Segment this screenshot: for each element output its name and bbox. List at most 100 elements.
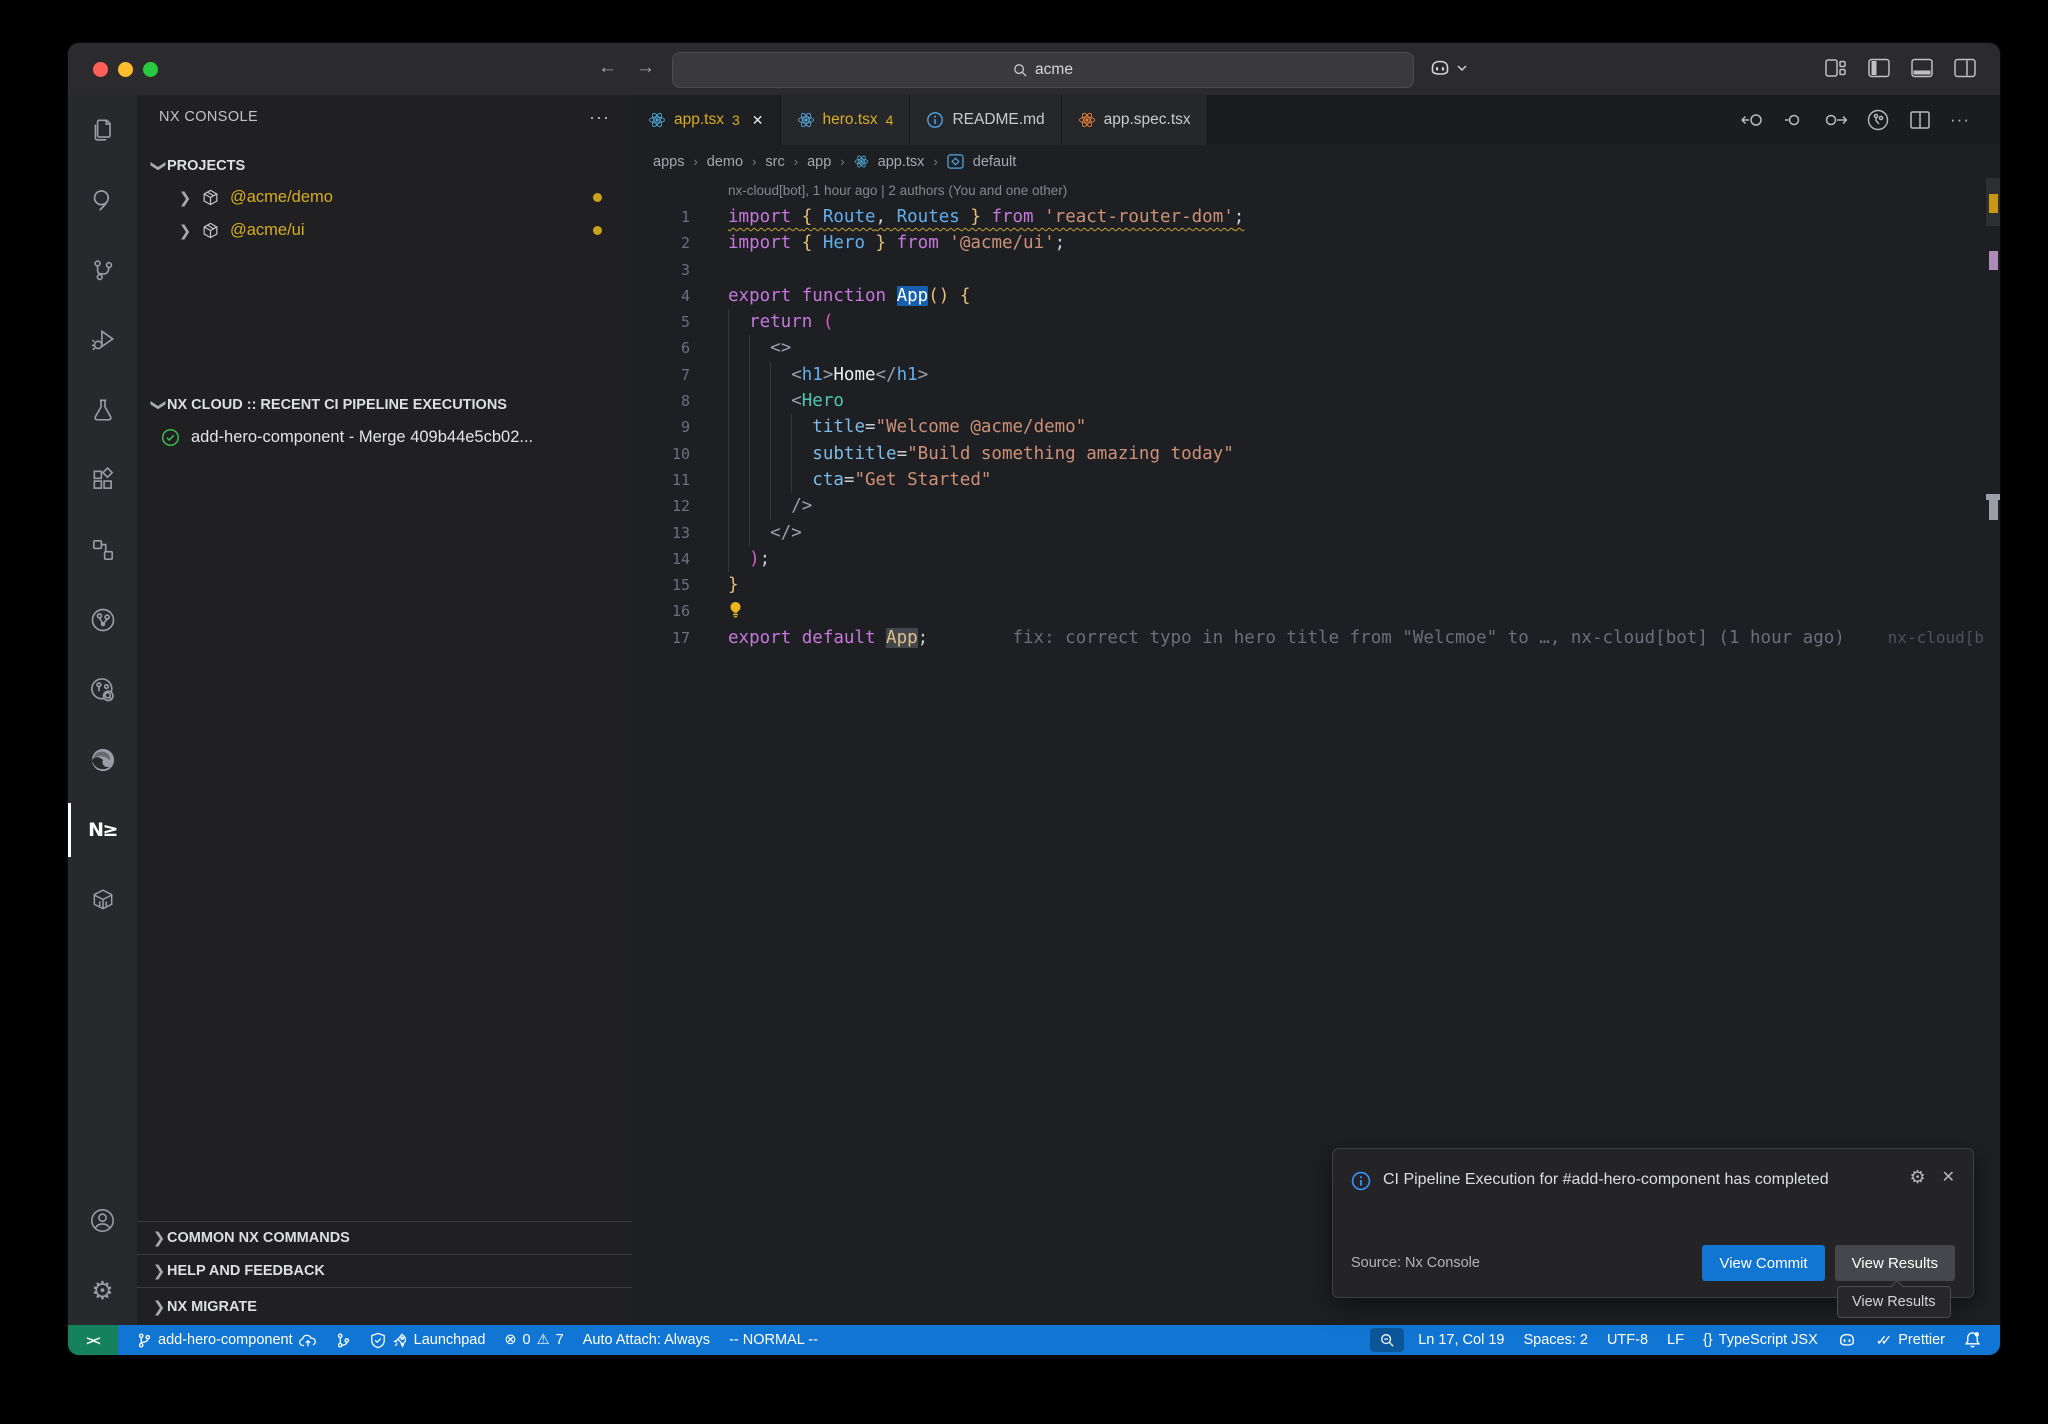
history-back-button[interactable]: ← bbox=[598, 56, 617, 80]
code-line[interactable]: 2import { Hero } from '@acme/ui'; bbox=[632, 230, 2000, 256]
commit-graph-icon[interactable] bbox=[68, 655, 137, 725]
code-line[interactable]: 4export function App() { bbox=[632, 283, 2000, 309]
toggle-panel-icon[interactable] bbox=[1911, 58, 1933, 78]
source-control-icon[interactable] bbox=[68, 235, 137, 305]
nx-project-graph-icon[interactable] bbox=[68, 515, 137, 585]
nx-console-icon[interactable]: N≥ bbox=[68, 795, 137, 865]
customize-layout-icon[interactable] bbox=[1825, 58, 1847, 78]
code-line[interactable]: 7 <h1>Home</h1> bbox=[632, 362, 2000, 388]
accounts-icon[interactable] bbox=[68, 1185, 137, 1255]
vim-mode-indicator[interactable]: -- NORMAL -- bbox=[729, 1332, 818, 1348]
blame-annotation[interactable]: nx-cloud[bot], 1 hour ago | 2 authors (Y… bbox=[632, 178, 2000, 204]
project-acme-ui[interactable]: ❯ @acme/ui bbox=[137, 214, 632, 247]
language-mode-item[interactable]: {} TypeScript JSX bbox=[1703, 1332, 1818, 1348]
gitlens-current-icon[interactable] bbox=[1784, 110, 1804, 130]
remote-indicator[interactable]: >< bbox=[68, 1325, 118, 1355]
copilot-menu-button[interactable] bbox=[1428, 56, 1467, 80]
section-help-and-feedback[interactable]: ❯ HELP AND FEEDBACK bbox=[137, 1254, 632, 1287]
close-tab-icon[interactable]: ✕ bbox=[752, 112, 764, 129]
containers-icon[interactable] bbox=[68, 865, 137, 935]
settings-gear-icon[interactable]: ⚙ bbox=[68, 1255, 137, 1325]
breadcrumb-item[interactable]: apps bbox=[653, 154, 684, 170]
indent-guide bbox=[791, 414, 792, 440]
zoom-window-button[interactable] bbox=[143, 62, 158, 77]
code-line[interactable]: 9 title="Welcome @acme/demo" bbox=[632, 414, 2000, 440]
notifications-bell[interactable] bbox=[1964, 1331, 1981, 1349]
run-debug-icon[interactable] bbox=[68, 305, 137, 375]
extensions-icon[interactable] bbox=[68, 445, 137, 515]
code-line[interactable]: 17export default App; fix: correct typo … bbox=[632, 625, 2000, 651]
section-common-nx-commands[interactable]: ❯ COMMON NX COMMANDS bbox=[137, 1221, 632, 1254]
code-line[interactable]: 14 ); bbox=[632, 546, 2000, 572]
notification-settings-icon[interactable]: ⚙ bbox=[1909, 1167, 1925, 1192]
explorer-icon[interactable] bbox=[68, 95, 137, 165]
problems-item[interactable]: ⊗ 0 ⚠ 7 bbox=[504, 1332, 563, 1348]
breadcrumb-item[interactable]: app bbox=[807, 154, 831, 170]
project-acme-demo[interactable]: ❯ @acme/demo bbox=[137, 181, 632, 214]
indent-guide bbox=[728, 335, 729, 361]
code-line[interactable]: 3 bbox=[632, 257, 2000, 283]
code-line[interactable]: 10 subtitle="Build something amazing tod… bbox=[632, 441, 2000, 467]
lightbulb-icon[interactable] bbox=[728, 601, 743, 621]
auto-attach-item[interactable]: Auto Attach: Always bbox=[583, 1332, 710, 1348]
indentation-item[interactable]: Spaces: 2 bbox=[1523, 1332, 1588, 1348]
zoom-indicator[interactable] bbox=[1370, 1328, 1404, 1352]
code-line[interactable]: 15} bbox=[632, 572, 2000, 598]
code-line[interactable]: 16 bbox=[632, 598, 2000, 624]
workbench: N≥ ⚙ NX CONSOLE ··· ❯ bbox=[68, 95, 2000, 1325]
launchpad-item[interactable]: Launchpad bbox=[370, 1332, 486, 1349]
eol-item[interactable]: LF bbox=[1667, 1332, 1684, 1348]
indent-guide bbox=[728, 362, 729, 388]
edge-browser-icon[interactable] bbox=[68, 725, 137, 795]
breadcrumb-item[interactable]: default bbox=[973, 154, 1017, 170]
tab-readme-md[interactable]: README.md bbox=[910, 95, 1061, 145]
encoding-item[interactable]: UTF-8 bbox=[1607, 1332, 1648, 1348]
tab-app-spec-tsx[interactable]: app.spec.tsx bbox=[1062, 95, 1208, 145]
code-line[interactable]: 5 return ( bbox=[632, 309, 2000, 335]
view-results-button[interactable]: View Results bbox=[1835, 1245, 1955, 1281]
close-window-button[interactable] bbox=[93, 62, 108, 77]
braces-icon: {} bbox=[1703, 1332, 1713, 1348]
code-line[interactable]: 12 /> bbox=[632, 493, 2000, 519]
tab-app-tsx[interactable]: app.tsx 3 ✕ bbox=[632, 95, 781, 145]
sidebar-more-actions[interactable]: ··· bbox=[589, 107, 610, 128]
code-line[interactable]: 1import { Route, Routes } from 'react-ro… bbox=[632, 204, 2000, 230]
formatter-item[interactable]: ✓✓ Prettier bbox=[1876, 1332, 1945, 1349]
git-branch-item[interactable]: add-hero-component bbox=[137, 1332, 317, 1349]
search-icon bbox=[1013, 63, 1028, 78]
commit-graph-button-icon[interactable] bbox=[1866, 108, 1890, 132]
command-center-search[interactable]: acme bbox=[672, 52, 1414, 88]
cursor-position-item[interactable]: Ln 17, Col 19 bbox=[1418, 1332, 1504, 1348]
split-editor-icon[interactable] bbox=[1909, 110, 1931, 130]
history-forward-button[interactable]: → bbox=[636, 56, 655, 80]
react-icon bbox=[797, 111, 815, 129]
minimize-window-button[interactable] bbox=[118, 62, 133, 77]
breadcrumb-item[interactable]: demo bbox=[707, 154, 743, 170]
code-line[interactable]: 6 <> bbox=[632, 335, 2000, 361]
react-icon bbox=[648, 111, 666, 129]
pipeline-execution-item[interactable]: add-hero-component - Merge 409b44e5cb02.… bbox=[137, 420, 632, 454]
toggle-secondary-sidebar-icon[interactable] bbox=[1954, 58, 1976, 78]
editor-more-actions[interactable]: ··· bbox=[1950, 110, 1970, 130]
source-control-graph-button[interactable] bbox=[336, 1332, 351, 1349]
section-nx-migrate[interactable]: ❯ NX MIGRATE bbox=[137, 1287, 632, 1325]
breadcrumb-item[interactable]: app.tsx bbox=[878, 154, 925, 170]
section-projects[interactable]: ❯ PROJECTS bbox=[137, 151, 632, 181]
code-line[interactable]: 11 cta="Get Started" bbox=[632, 467, 2000, 493]
gitlens-forward-icon[interactable] bbox=[1823, 110, 1847, 130]
toggle-primary-sidebar-icon[interactable] bbox=[1868, 58, 1890, 78]
breadcrumb-item[interactable]: src bbox=[765, 154, 784, 170]
code-line[interactable]: 8 <Hero bbox=[632, 388, 2000, 414]
symbol-default-icon bbox=[947, 154, 964, 169]
section-nx-cloud[interactable]: ❯ NX CLOUD :: RECENT CI PIPELINE EXECUTI… bbox=[137, 390, 632, 420]
notification-close-icon[interactable]: ✕ bbox=[1942, 1167, 1955, 1192]
gitlens-icon[interactable] bbox=[68, 585, 137, 655]
overview-ruler[interactable] bbox=[1986, 178, 2000, 1325]
copilot-status-item[interactable] bbox=[1837, 1330, 1857, 1350]
testing-icon[interactable] bbox=[68, 375, 137, 445]
gitlens-back-icon[interactable] bbox=[1741, 110, 1765, 130]
code-line[interactable]: 13 </> bbox=[632, 520, 2000, 546]
tab-hero-tsx[interactable]: hero.tsx 4 bbox=[781, 95, 911, 145]
search-view-icon[interactable] bbox=[68, 165, 137, 235]
view-commit-button[interactable]: View Commit bbox=[1702, 1245, 1824, 1281]
